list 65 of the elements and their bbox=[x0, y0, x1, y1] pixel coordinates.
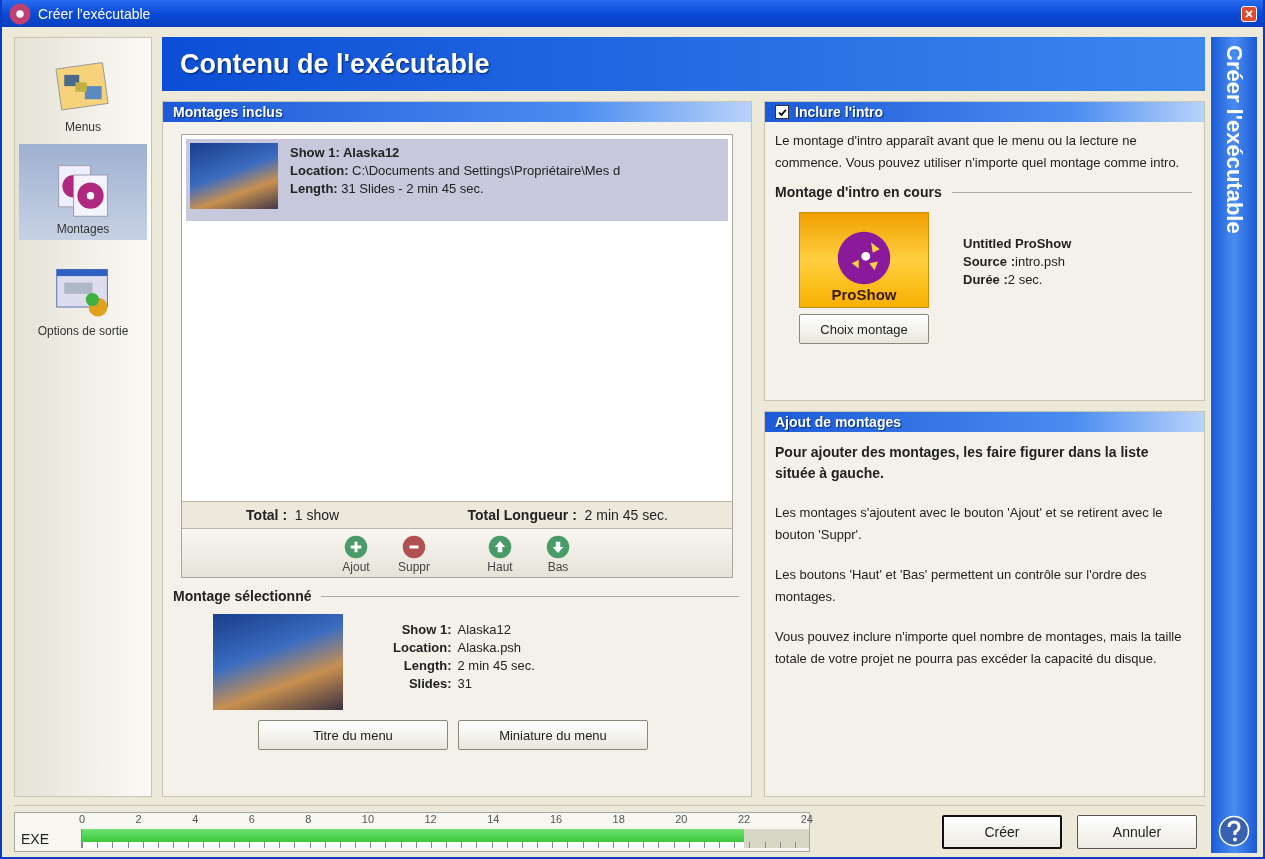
field-value: 2 min 45 sec. bbox=[457, 658, 535, 673]
help-paragraph: Les boutons 'Haut' et 'Bas' permettent un contrôle sur l'ordre des montages. bbox=[774, 566, 1148, 606]
logo-text: ProShow bbox=[831, 286, 897, 303]
menu-button[interactable]: Miniature du menu bbox=[458, 720, 648, 750]
show-length: Length: 31 Slides - 2 min 45 sec. bbox=[290, 181, 485, 196]
meter-label: EXE bbox=[20, 829, 50, 849]
field-label: Location: bbox=[393, 640, 452, 655]
intro-field: Durée :2 sec. bbox=[963, 272, 1072, 287]
list-action-button[interactable]: Suppr bbox=[392, 535, 436, 574]
total-count: Total : 1 show bbox=[246, 507, 340, 523]
section-subheading: Montage d'intro en cours bbox=[765, 174, 1204, 200]
help-paragraph: Vous pouvez inclure n'importe quel nombre de montages, mais la taille totale de votre projet ne pourra pas excéder la capacité du disque. bbox=[774, 628, 1183, 668]
section-heading: Inclure l'intro bbox=[795, 104, 884, 120]
show-name: Show 1: Alaska12 bbox=[290, 145, 401, 160]
section-heading: Ajout de montages bbox=[765, 412, 1204, 432]
tick-label: 12 bbox=[424, 812, 437, 827]
sidebar-item[interactable]: Montages bbox=[19, 144, 147, 240]
tick-label: 22 bbox=[737, 812, 751, 827]
tick-label: 4 bbox=[192, 812, 199, 827]
list-action-button[interactable]: Bas bbox=[536, 535, 580, 574]
field-label: Length: bbox=[402, 658, 452, 673]
minus-icon bbox=[402, 535, 426, 559]
check-icon bbox=[776, 106, 788, 118]
tick-label: 24 bbox=[800, 812, 813, 827]
tick-label: 10 bbox=[361, 812, 375, 827]
tick-label: 18 bbox=[612, 812, 625, 827]
tick-label: 8 bbox=[305, 812, 312, 827]
app-icon bbox=[8, 1, 32, 26]
list-action-button[interactable]: Haut bbox=[478, 535, 522, 574]
section-subheading: Montage sélectionné bbox=[163, 578, 751, 604]
disc-icon bbox=[836, 230, 892, 286]
close-icon[interactable] bbox=[1241, 5, 1257, 22]
window-title: Créer l'exécutable bbox=[38, 5, 152, 22]
intro-description: Le montage d'intro apparaît avant que le menu ou la lecture ne commence. Vous pouvez utiliser n'importe quel montage comme intro. bbox=[774, 132, 1181, 172]
intro-field: Source :intro.psh bbox=[963, 254, 1072, 269]
field-value: 31 bbox=[457, 676, 473, 691]
section-heading: Montages inclus bbox=[163, 102, 751, 122]
help-lead: Pour ajouter des montages, les faire figurer dans la liste située à gauche. bbox=[774, 443, 1150, 483]
tick-label: 14 bbox=[487, 812, 500, 827]
show-list-item[interactable]: Show 1: Alaska12 Location: C:\Documents and Settings\Propriétaire\Mes d Length: 31 Slides - 2 min 45 sec. bbox=[186, 139, 728, 221]
tick-label: 0 bbox=[79, 812, 86, 827]
sidebar-item[interactable]: Options de sortie bbox=[19, 246, 147, 342]
tick-label: 6 bbox=[248, 812, 255, 827]
total-length: Total Longueur : 2 min 45 sec. bbox=[467, 507, 668, 523]
help-icon[interactable] bbox=[1218, 815, 1250, 847]
sidebar-item[interactable]: Menus bbox=[19, 42, 147, 138]
menu-button[interactable]: Titre du menu bbox=[258, 720, 448, 750]
tick-label: 20 bbox=[675, 812, 688, 827]
side-banner-title: Créer l'exécutable bbox=[1221, 45, 1247, 234]
tick-label: 16 bbox=[549, 812, 563, 827]
plus-icon bbox=[344, 535, 368, 559]
tick-label: 2 bbox=[135, 812, 142, 827]
dialog-button[interactable]: Créer bbox=[942, 814, 1062, 849]
show-location: Location: C:\Documents and Settings\Propriétaire\Mes d bbox=[290, 163, 621, 178]
field-value: Alaska12 bbox=[457, 622, 512, 637]
intro-show-name: Untitled ProShow bbox=[963, 236, 1072, 251]
choose-show-button[interactable]: Choix montage bbox=[799, 314, 929, 344]
field-value: Alaska.psh bbox=[457, 640, 523, 655]
help-paragraph: Les montages s'ajoutent avec le bouton 'Ajout' et se retirent avec le bouton 'Suppr'. bbox=[774, 504, 1164, 544]
intro-checkbox[interactable] bbox=[775, 105, 789, 119]
field-label: Show 1: bbox=[400, 622, 452, 637]
dialog-button[interactable]: Annuler bbox=[1077, 814, 1197, 849]
page-heading: Contenu de l'exécutable bbox=[162, 37, 1205, 91]
field-label: Slides: bbox=[407, 676, 452, 691]
list-action-button[interactable]: Ajout bbox=[334, 535, 378, 574]
